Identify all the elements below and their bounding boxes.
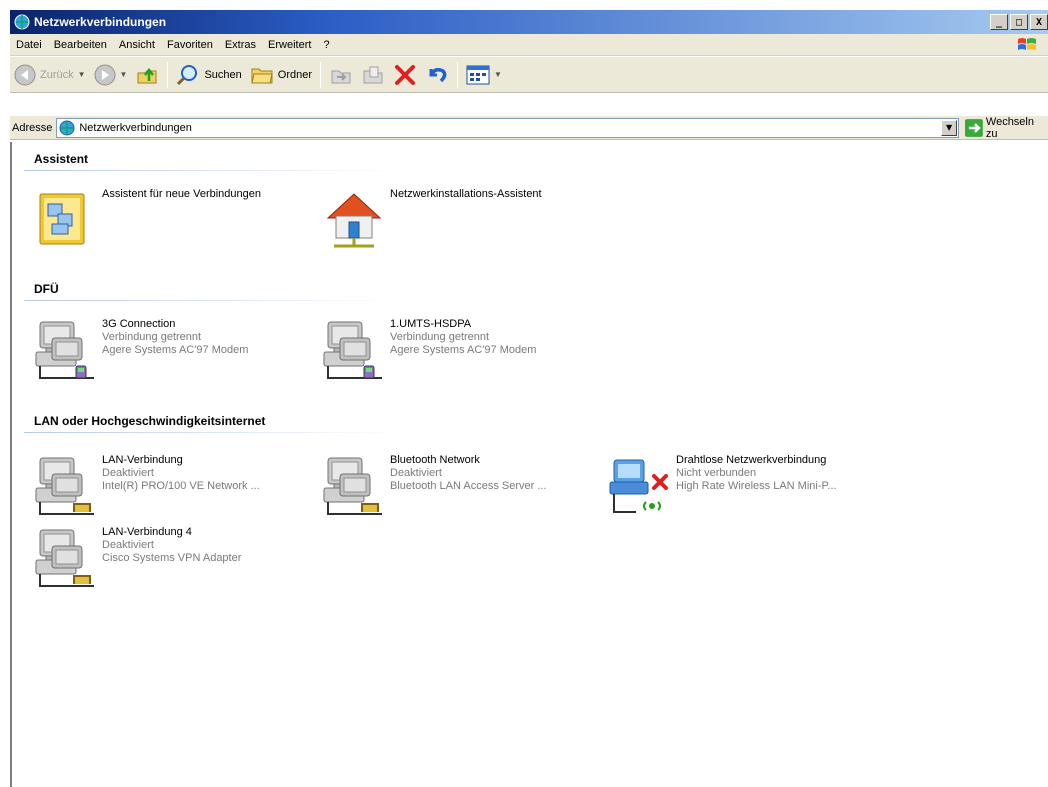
- search-label: Suchen: [204, 68, 242, 81]
- group-header-dfue: DFÜ: [34, 282, 59, 296]
- menu-bar: Datei Bearbeiten Ansicht Favoriten Extra…: [10, 34, 1048, 56]
- move-to-icon: [331, 70, 351, 83]
- menu-erweitert[interactable]: Erweitert: [262, 39, 317, 51]
- item-device: Agere Systems AC'97 Modem: [390, 344, 537, 356]
- address-label: Adresse: [12, 121, 53, 134]
- copy-to-icon: [363, 66, 383, 83]
- forward-button[interactable]: ▼: [90, 60, 132, 90]
- list-item[interactable]: 1.UMTS-HSDPA Verbindung getrennt Agere S…: [322, 318, 536, 382]
- address-bar: Adresse Netzwerkverbindungen ▼ Wechseln …: [10, 116, 1048, 140]
- list-item[interactable]: LAN-Verbindung Deaktiviert Intel(R) PRO/…: [34, 454, 260, 518]
- address-input[interactable]: Netzwerkverbindungen ▼: [56, 117, 960, 138]
- item-title: 3G Connection: [102, 318, 176, 330]
- list-item[interactable]: Drahtlose Netzwerkverbindung Nicht verbu…: [608, 454, 837, 518]
- item-device: Cisco Systems VPN Adapter: [102, 552, 242, 564]
- copy-to-button[interactable]: [357, 60, 389, 90]
- move-to-button[interactable]: [325, 60, 357, 90]
- item-device: Bluetooth LAN Access Server ...: [390, 480, 547, 492]
- menu-help[interactable]: ?: [317, 39, 335, 51]
- item-device: Intel(R) PRO/100 VE Network ...: [102, 480, 260, 492]
- item-title: Assistent für neue Verbindungen: [102, 188, 262, 200]
- item-status: Nicht verbunden: [676, 467, 757, 479]
- back-arrow-icon: [14, 64, 36, 85]
- toolbar: Zurück ▼ ▼ Suchen Ordner ▼: [10, 57, 1048, 93]
- item-status: Deaktiviert: [102, 467, 154, 479]
- dialup-connection-icon: [322, 318, 386, 382]
- search-icon: [177, 64, 198, 85]
- views-dropdown-icon[interactable]: ▼: [494, 70, 502, 79]
- list-item[interactable]: Assistent für neue Verbindungen: [34, 188, 261, 252]
- window-title: Netzwerkverbindungen: [34, 15, 167, 29]
- delete-button[interactable]: [389, 60, 421, 90]
- list-item[interactable]: 3G Connection Verbindung getrennt Agere …: [34, 318, 248, 382]
- network-setup-wizard-icon: [326, 193, 382, 248]
- search-button[interactable]: Suchen: [172, 60, 245, 90]
- item-device: Agere Systems AC'97 Modem: [102, 344, 249, 356]
- go-arrow-icon: [965, 118, 983, 137]
- close-button[interactable]: X: [1030, 14, 1048, 30]
- address-value: Netzwerkverbindungen: [79, 121, 192, 134]
- item-title: Bluetooth Network: [390, 454, 480, 466]
- forward-arrow-icon: [94, 64, 116, 85]
- folders-icon: [251, 68, 273, 83]
- group-header-lan: LAN oder Hochgeschwindigkeitsinternet: [34, 414, 266, 428]
- network-connections-icon: [59, 120, 75, 135]
- list-item[interactable]: Bluetooth Network Deaktiviert Bluetooth …: [322, 454, 547, 518]
- item-status: Verbindung getrennt: [390, 331, 490, 343]
- folders-label: Ordner: [277, 68, 313, 81]
- views-button[interactable]: ▼: [462, 60, 506, 90]
- item-title: Netzwerkinstallations-Assistent: [390, 188, 542, 200]
- item-status: Deaktiviert: [102, 539, 154, 551]
- go-button[interactable]: Wechseln zu: [965, 116, 1048, 140]
- menu-extras[interactable]: Extras: [219, 39, 262, 51]
- item-title: LAN-Verbindung: [102, 454, 183, 466]
- undo-icon: [429, 67, 447, 82]
- network-connections-icon: [14, 14, 30, 30]
- back-dropdown-icon[interactable]: ▼: [78, 70, 86, 79]
- list-item[interactable]: LAN-Verbindung 4 Deaktiviert Cisco Syste…: [34, 526, 241, 590]
- dialup-connection-icon: [34, 318, 98, 382]
- item-title: 1.UMTS-HSDPA: [390, 318, 472, 330]
- new-connection-wizard-icon: [39, 193, 85, 245]
- title-bar[interactable]: Netzwerkverbindungen _ □ X: [10, 10, 1048, 34]
- menu-datei[interactable]: Datei: [10, 39, 48, 51]
- item-status: Deaktiviert: [390, 467, 442, 479]
- go-label: Wechseln zu: [985, 115, 1034, 140]
- menu-ansicht[interactable]: Ansicht: [113, 39, 161, 51]
- undo-button[interactable]: [421, 60, 453, 90]
- folders-button[interactable]: Ordner: [246, 60, 316, 90]
- menu-bearbeiten[interactable]: Bearbeiten: [48, 39, 113, 51]
- minimize-button[interactable]: _: [990, 14, 1008, 30]
- group-header-assistent: Assistent: [34, 152, 89, 166]
- maximize-button[interactable]: □: [1010, 14, 1028, 30]
- item-title: LAN-Verbindung 4: [102, 526, 192, 538]
- lan-connection-icon: [34, 526, 98, 590]
- delete-icon: [395, 64, 416, 85]
- item-title: Drahtlose Netzwerkverbindung: [676, 454, 827, 466]
- up-button[interactable]: [131, 60, 163, 90]
- item-device: High Rate Wireless LAN Mini-P...: [676, 480, 837, 492]
- connections-view[interactable]: Assistent Assistent für neue Verbindunge…: [10, 142, 1048, 787]
- lan-connection-icon: [322, 454, 386, 518]
- folder-up-icon: [137, 67, 157, 83]
- windows-logo-icon: [1018, 38, 1036, 50]
- forward-dropdown-icon[interactable]: ▼: [120, 70, 128, 79]
- lan-connection-icon: [34, 454, 98, 518]
- list-item[interactable]: Netzwerkinstallations-Assistent: [322, 188, 542, 252]
- back-button[interactable]: Zurück ▼: [10, 60, 90, 90]
- address-dropdown-icon[interactable]: ▼: [941, 119, 958, 136]
- views-icon: [466, 65, 490, 84]
- menu-favoriten[interactable]: Favoriten: [161, 39, 219, 51]
- back-label: Zurück: [40, 68, 74, 81]
- item-status: Verbindung getrennt: [102, 331, 202, 343]
- wireless-connection-icon: [609, 459, 668, 513]
